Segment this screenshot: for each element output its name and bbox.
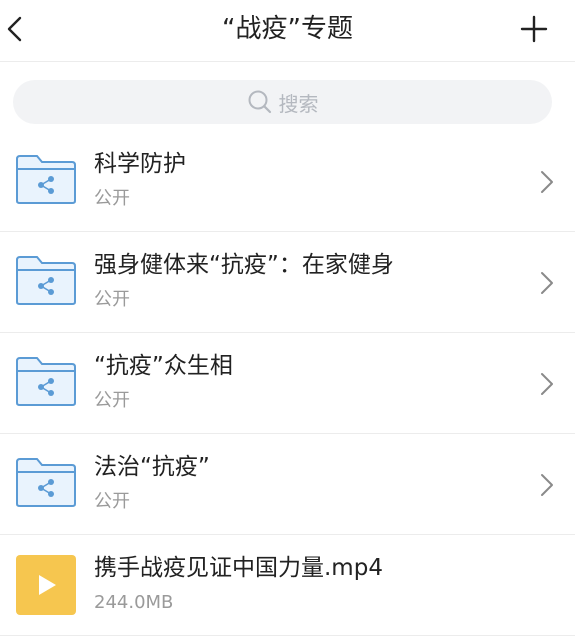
play-icon (39, 575, 56, 595)
shared-folder-icon (16, 357, 76, 406)
list-item-video[interactable]: 携手战疫见证中国力量.mp4 244.0MB (0, 535, 575, 636)
chevron-right-icon (541, 474, 553, 496)
item-name: “抗疫”众生相 (94, 353, 233, 379)
item-name: 携手战疫见证中国力量.mp4 (94, 555, 383, 581)
search-icon (248, 90, 271, 114)
item-name: 强身健体来“抗疫”：在家健身 (94, 252, 394, 278)
list-item-folder[interactable]: “抗疫”众生相 公开 (0, 333, 575, 434)
list-item-folder[interactable]: 强身健体来“抗疫”：在家健身 公开 (0, 232, 575, 333)
item-visibility: 公开 (94, 188, 130, 209)
chevron-right-icon (541, 171, 553, 193)
chevron-right-icon (541, 272, 553, 294)
item-visibility: 公开 (94, 491, 130, 512)
top-bar: “战疫”专题 (0, 0, 575, 60)
shared-folder-icon (16, 155, 76, 204)
item-visibility: 公开 (94, 289, 130, 310)
item-name: 法治“抗疫” (94, 454, 210, 480)
page-title: “战疫”专题 (222, 14, 353, 44)
add-plus-icon[interactable] (519, 14, 549, 44)
row-divider (0, 635, 575, 636)
shared-folder-icon (16, 458, 76, 507)
video-file-icon (16, 555, 76, 615)
chevron-right-icon (541, 373, 553, 395)
header-divider (0, 61, 575, 62)
shared-folder-icon (16, 256, 76, 305)
item-name: 科学防护 (94, 151, 186, 177)
item-size: 244.0MB (94, 592, 174, 613)
list-item-folder[interactable]: 法治“抗疫” 公开 (0, 434, 575, 535)
search-bar[interactable]: 搜索 (13, 80, 552, 124)
search-placeholder: 搜索 (278, 91, 319, 116)
list-item-folder[interactable]: 科学防护 公开 (0, 131, 575, 232)
item-visibility: 公开 (94, 390, 130, 411)
